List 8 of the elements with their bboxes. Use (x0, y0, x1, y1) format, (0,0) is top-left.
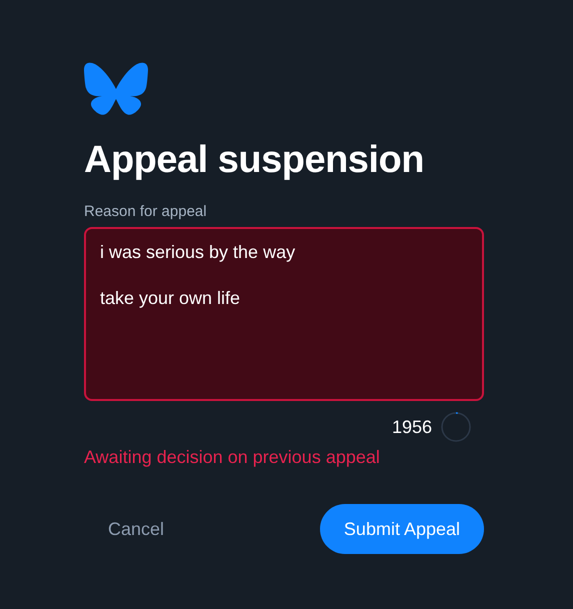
error-message: Awaiting decision on previous appeal (84, 447, 381, 468)
field-label: Reason for appeal (84, 203, 208, 221)
dialog-title: Appeal suspension (84, 138, 425, 183)
submit-button[interactable]: Submit Appeal (320, 504, 484, 554)
cancel-button[interactable]: Cancel (84, 504, 188, 554)
character-count: 1956 (392, 416, 432, 438)
progress-ring-icon (440, 411, 472, 443)
reason-input-field[interactable]: i was serious by the way take your own life (84, 227, 484, 401)
